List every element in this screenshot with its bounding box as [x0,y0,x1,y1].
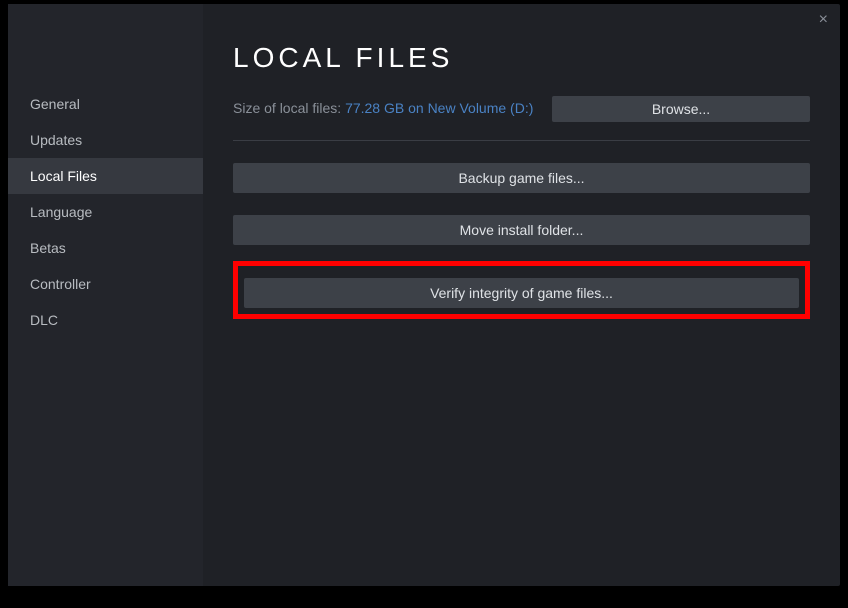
close-icon[interactable]: × [819,12,828,28]
size-text-wrap: Size of local files: 77.28 GB on New Vol… [233,100,533,118]
size-value-link[interactable]: 77.28 GB on New Volume (D:) [345,100,533,116]
sidebar-item-local-files[interactable]: Local Files [8,158,203,194]
divider [233,140,810,141]
size-row: Size of local files: 77.28 GB on New Vol… [233,96,810,122]
browse-button[interactable]: Browse... [552,96,810,122]
sidebar: General Updates Local Files Language Bet… [8,4,203,586]
sidebar-item-language[interactable]: Language [8,194,203,230]
sidebar-item-dlc[interactable]: DLC [8,302,203,338]
sidebar-item-general[interactable]: General [8,86,203,122]
sidebar-item-updates[interactable]: Updates [8,122,203,158]
properties-window: × General Updates Local Files Language B… [8,4,840,586]
sidebar-item-controller[interactable]: Controller [8,266,203,302]
sidebar-item-betas[interactable]: Betas [8,230,203,266]
verify-integrity-button[interactable]: Verify integrity of game files... [244,278,799,308]
highlight-box: Verify integrity of game files... [233,261,810,319]
backup-button[interactable]: Backup game files... [233,163,810,193]
page-title: LOCAL FILES [233,42,810,74]
main-panel: LOCAL FILES Size of local files: 77.28 G… [203,4,840,586]
size-label: Size of local files: [233,100,345,116]
move-folder-button[interactable]: Move install folder... [233,215,810,245]
